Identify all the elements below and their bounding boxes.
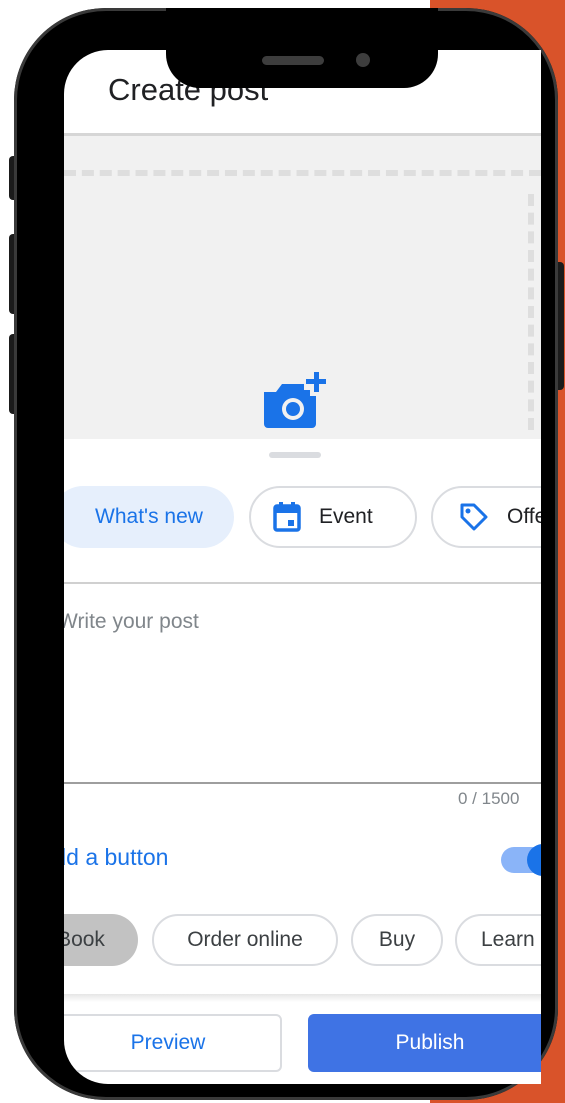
post-type-whats-new[interactable]: What's new [64,486,234,548]
drag-handle[interactable] [269,452,321,458]
post-type-offer-label: Offer [507,505,541,528]
calendar-icon [273,502,301,532]
publish-button[interactable]: Publish [308,1014,541,1072]
tag-icon [460,503,488,531]
phone-screen: Create post What's new Event Offe Write … [64,50,541,1084]
action-buy[interactable]: Buy [351,914,443,966]
composer-bottom-divider [64,782,541,784]
speaker-grille [262,56,324,65]
action-book[interactable]: Book [64,914,138,966]
preview-button[interactable]: Preview [64,1014,282,1072]
action-learn-more[interactable]: Learn more [455,914,541,966]
dashed-border-right [528,194,534,430]
post-type-event-label: Event [319,505,373,528]
front-camera [356,53,370,67]
post-text-input[interactable]: Write your post [64,610,199,634]
dashed-border-top [64,170,541,176]
phone-notch [166,8,438,88]
photo-upload-area[interactable] [64,136,541,439]
post-type-event[interactable]: Event [249,486,417,548]
phone-frame: Create post What's new Event Offe Write … [14,8,558,1100]
action-order-online[interactable]: Order online [152,914,338,966]
add-photo-camera-icon[interactable] [260,372,330,432]
post-type-offer[interactable]: Offer [431,486,541,548]
add-button-text: Add a button [64,844,169,870]
post-type-whats-new-label: What's new [95,505,203,528]
footer-shadow [64,994,541,1002]
composer-top-divider [64,582,541,584]
character-counter: 0 / 1500 [458,789,520,808]
add-button-label: Add a button [64,844,168,871]
